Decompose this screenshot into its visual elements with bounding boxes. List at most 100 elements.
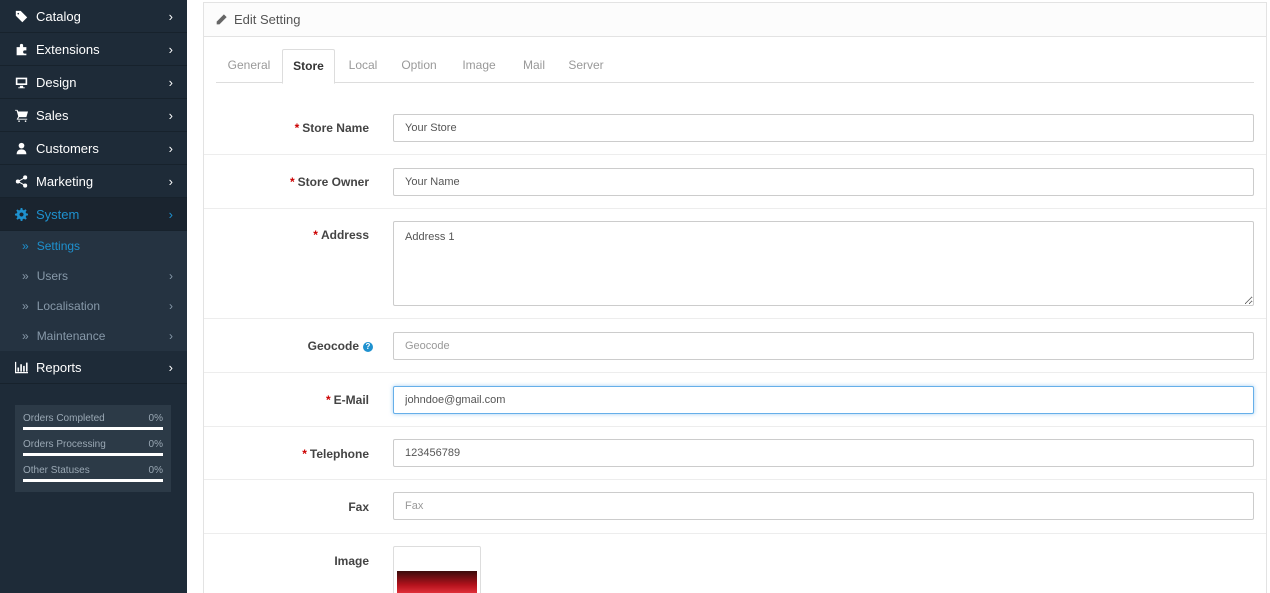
tab-mail[interactable]: Mail (513, 49, 555, 83)
submenu-item-localisation[interactable]: » Localisation › (0, 291, 187, 321)
progress-bar (23, 479, 163, 482)
sidebar-item-design[interactable]: Design › (0, 66, 187, 99)
chevron-right-icon: › (168, 140, 173, 156)
submenu-item-label: Users (36, 269, 69, 283)
chevron-right-icon: › (168, 107, 173, 123)
pencil-icon (216, 14, 227, 25)
puzzle-icon (15, 43, 28, 56)
panel-title: Edit Setting (234, 12, 301, 27)
cart-icon (15, 109, 28, 122)
share-icon (15, 174, 28, 188)
sidebar-item-label: Extensions (36, 41, 100, 57)
label-text: Store Name (302, 121, 369, 135)
telephone-input[interactable] (393, 439, 1254, 467)
email-input[interactable] (393, 386, 1254, 414)
address-label: * Address (313, 228, 369, 242)
chevron-right-icon: › (168, 173, 173, 189)
edit-setting-panel: Edit Setting General Store Local Option … (203, 2, 1267, 593)
chevron-right-icon: › (168, 41, 173, 57)
fax-label: Fax (348, 500, 369, 514)
panel-heading: Edit Setting (204, 3, 1266, 37)
stat-label: Orders Completed (23, 413, 105, 424)
email-label: * E-Mail (326, 393, 369, 407)
form-row-store-name: * Store Name (204, 101, 1266, 155)
submenu-item-settings[interactable]: » Settings (0, 231, 187, 261)
form-row-email: * E-Mail (204, 373, 1266, 427)
sidebar-item-label: System (36, 206, 80, 222)
gear-icon (15, 207, 28, 221)
order-stats: Orders Completed 0% Orders Processing 0%… (15, 405, 171, 492)
progress-bar (23, 427, 163, 430)
tab-option[interactable]: Option (393, 49, 445, 83)
form-row-geocode: Geocode? (204, 319, 1266, 373)
chevron-right-icon: › (168, 8, 173, 24)
double-chevron-icon: » (22, 299, 29, 313)
chevron-right-icon: › (169, 299, 173, 313)
form-row-image: Image (204, 534, 1266, 593)
address-textarea[interactable]: Address 1 (393, 221, 1254, 306)
form-row-store-owner: * Store Owner (204, 155, 1266, 209)
sidebar-item-label: Customers (36, 140, 99, 156)
chevron-right-icon: › (168, 359, 173, 375)
tab-server[interactable]: Server (562, 49, 610, 83)
fax-input[interactable] (393, 492, 1254, 520)
store-name-label: * Store Name (295, 121, 369, 135)
double-chevron-icon: » (22, 329, 29, 343)
image-label: Image (334, 554, 369, 568)
sidebar-item-reports[interactable]: Reports › (0, 351, 187, 384)
tab-image[interactable]: Image (455, 49, 503, 83)
submenu-item-maintenance[interactable]: » Maintenance › (0, 321, 187, 351)
store-image-thumbnail[interactable] (393, 546, 481, 593)
sidebar-item-label: Reports (36, 359, 82, 375)
chevron-right-icon: › (169, 269, 173, 283)
store-owner-label: * Store Owner (290, 175, 369, 189)
required-asterisk: * (325, 393, 331, 407)
label-text: Address (320, 228, 369, 242)
store-owner-input[interactable] (393, 168, 1254, 196)
system-submenu: » Settings » Users › » Localisation › » … (0, 231, 187, 351)
sidebar-item-customers[interactable]: Customers › (0, 132, 187, 165)
store-name-input[interactable] (393, 114, 1254, 142)
required-asterisk: * (289, 175, 295, 189)
submenu-item-users[interactable]: » Users › (0, 261, 187, 291)
submenu-item-label: Maintenance (36, 329, 106, 343)
required-asterisk: * (294, 121, 300, 135)
help-icon[interactable]: ? (363, 341, 373, 352)
submenu-item-label: Settings (36, 239, 81, 253)
stat-label: Other Statuses (23, 465, 90, 476)
store-image (397, 571, 477, 593)
label-text: Store Owner (297, 175, 369, 189)
label-text: Fax (348, 500, 369, 514)
sidebar-item-label: Sales (36, 107, 69, 123)
double-chevron-icon: » (22, 239, 29, 253)
chevron-right-icon: › (168, 206, 173, 222)
progress-bar (23, 453, 163, 456)
tags-icon (15, 10, 28, 23)
form-row-address: * Address Address 1 (204, 209, 1266, 319)
geocode-input[interactable] (393, 332, 1254, 360)
form-row-telephone: * Telephone (204, 427, 1266, 480)
sidebar: Catalog › Extensions › Design › Sales › … (0, 0, 187, 593)
telephone-label: * Telephone (302, 447, 369, 461)
stat-label: Orders Processing (23, 439, 106, 450)
label-text: Image (334, 554, 369, 568)
double-chevron-icon: » (22, 269, 29, 283)
user-icon (15, 142, 28, 155)
required-asterisk: * (302, 447, 307, 461)
tab-store[interactable]: Store (282, 49, 335, 84)
stat-percent: 0% (148, 439, 163, 450)
sidebar-item-extensions[interactable]: Extensions › (0, 33, 187, 66)
sidebar-item-label: Catalog (36, 8, 81, 24)
tab-local[interactable]: Local (339, 49, 387, 83)
sidebar-item-marketing[interactable]: Marketing › (0, 165, 187, 198)
stat-other-statuses: Other Statuses 0% (23, 463, 163, 489)
sidebar-item-sales[interactable]: Sales › (0, 99, 187, 132)
chevron-right-icon: › (169, 329, 173, 343)
sidebar-item-label: Marketing (36, 173, 94, 189)
required-asterisk: * (313, 228, 318, 242)
sidebar-item-catalog[interactable]: Catalog › (0, 0, 187, 33)
sidebar-item-system[interactable]: System › (0, 198, 187, 231)
label-text: Telephone (309, 447, 369, 461)
chevron-right-icon: › (168, 74, 173, 90)
tab-general[interactable]: General (216, 49, 282, 83)
